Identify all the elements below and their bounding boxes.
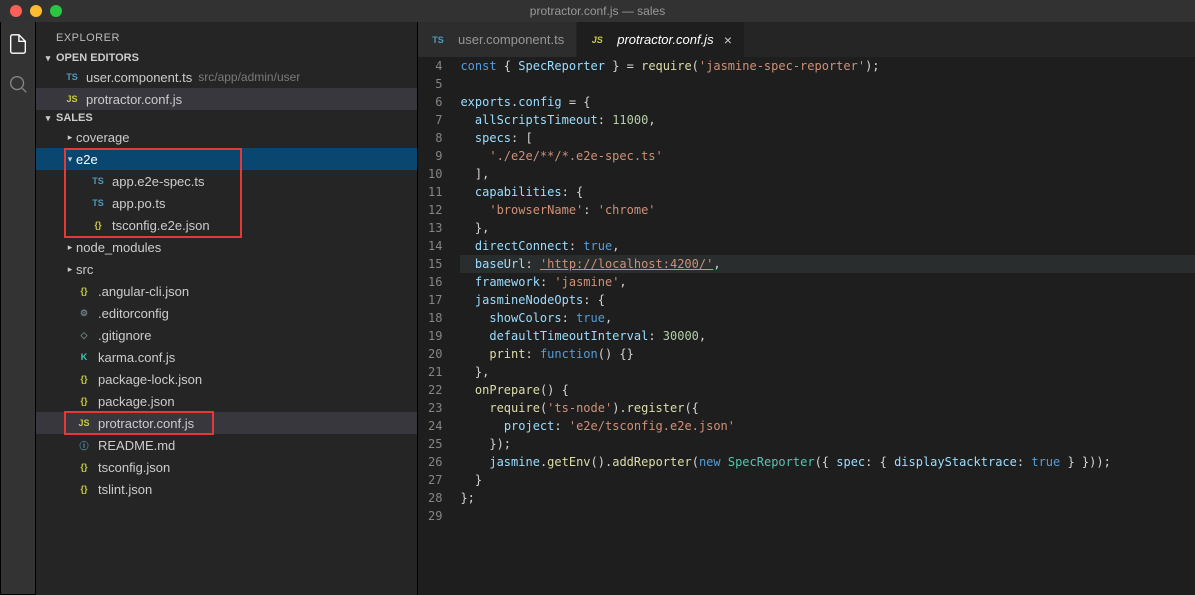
open-editor-item[interactable]: JSprotractor.conf.js xyxy=(36,88,417,110)
file-item[interactable]: ▸TSapp.e2e-spec.ts xyxy=(36,170,417,192)
window-title: protractor.conf.js — sales xyxy=(530,4,665,18)
file-item[interactable]: ▸{}tslint.json xyxy=(36,478,417,500)
file-icon: ⚙ xyxy=(76,305,92,321)
file-icon: JS xyxy=(589,32,605,48)
file-item[interactable]: ▸{}tsconfig.json xyxy=(36,456,417,478)
chevron-icon: ▾ xyxy=(64,154,76,165)
open-editor-item[interactable]: TSuser.component.tssrc/app/admin/user xyxy=(36,66,417,88)
file-icon: {} xyxy=(76,283,92,299)
open-editors-list: TSuser.component.tssrc/app/admin/userJSp… xyxy=(36,66,417,110)
file-item[interactable]: ▸JSprotractor.conf.js xyxy=(36,412,417,434)
code-editor[interactable]: 4567891011121314151617181920212223242526… xyxy=(418,57,1195,595)
minimize-window-button[interactable] xyxy=(30,5,42,17)
file-item[interactable]: ▸{}package.json xyxy=(36,390,417,412)
explorer-activity-icon[interactable] xyxy=(6,32,30,56)
chevron-icon: ▸ xyxy=(64,132,76,143)
file-icon: TS xyxy=(430,32,446,48)
chevron-down-icon: ▾ xyxy=(42,53,54,64)
file-icon: JS xyxy=(64,91,80,107)
file-icon: TS xyxy=(90,195,106,211)
code-content[interactable]: const { SpecReporter } = require('jasmin… xyxy=(460,57,1195,595)
maximize-window-button[interactable] xyxy=(50,5,62,17)
editor-tab[interactable]: JSprotractor.conf.js× xyxy=(577,22,745,57)
file-item[interactable]: ▸Kkarma.conf.js xyxy=(36,346,417,368)
sidebar-title: EXPLORER xyxy=(36,22,417,50)
folder-item[interactable]: ▾e2e xyxy=(36,148,417,170)
close-tab-icon[interactable]: × xyxy=(724,32,732,48)
file-item[interactable]: ▸◇.gitignore xyxy=(36,324,417,346)
line-numbers: 4567891011121314151617181920212223242526… xyxy=(418,57,460,595)
folder-item[interactable]: ▸node_modules xyxy=(36,236,417,258)
file-icon: {} xyxy=(76,481,92,497)
chevron-icon: ▸ xyxy=(64,264,76,275)
file-item[interactable]: ▸TSapp.po.ts xyxy=(36,192,417,214)
file-icon: K xyxy=(76,349,92,365)
search-activity-icon[interactable] xyxy=(6,72,30,96)
open-editors-header[interactable]: ▾ OPEN EDITORS xyxy=(36,50,417,66)
file-item[interactable]: ▸{}.angular-cli.json xyxy=(36,280,417,302)
file-icon: {} xyxy=(76,393,92,409)
file-item[interactable]: ▸{}tsconfig.e2e.json xyxy=(36,214,417,236)
window-controls xyxy=(0,5,62,17)
file-icon: {} xyxy=(76,459,92,475)
file-icon: JS xyxy=(76,415,92,431)
file-icon: ⓘ xyxy=(76,437,92,453)
sidebar: EXPLORER ▾ OPEN EDITORS TSuser.component… xyxy=(36,22,418,595)
file-icon: {} xyxy=(76,371,92,387)
file-item[interactable]: ▸ⓘREADME.md xyxy=(36,434,417,456)
editor-area: TSuser.component.tsJSprotractor.conf.js×… xyxy=(418,22,1195,595)
editor-tabs: TSuser.component.tsJSprotractor.conf.js× xyxy=(418,22,1195,57)
editor-tab[interactable]: TSuser.component.ts xyxy=(418,22,577,57)
activity-bar xyxy=(0,22,36,595)
titlebar: protractor.conf.js — sales xyxy=(0,0,1195,22)
file-icon: {} xyxy=(90,217,106,233)
file-icon: ◇ xyxy=(76,327,92,343)
file-icon: TS xyxy=(90,173,106,189)
file-item[interactable]: ▸{}package-lock.json xyxy=(36,368,417,390)
chevron-down-icon: ▾ xyxy=(42,113,54,124)
file-item[interactable]: ▸⚙.editorconfig xyxy=(36,302,417,324)
project-header[interactable]: ▾ SALES xyxy=(36,110,417,126)
project-tree: ▸coverage▾e2e▸TSapp.e2e-spec.ts▸TSapp.po… xyxy=(36,126,417,500)
folder-item[interactable]: ▸src xyxy=(36,258,417,280)
folder-item[interactable]: ▸coverage xyxy=(36,126,417,148)
chevron-icon: ▸ xyxy=(64,242,76,253)
close-window-button[interactable] xyxy=(10,5,22,17)
file-icon: TS xyxy=(64,69,80,85)
